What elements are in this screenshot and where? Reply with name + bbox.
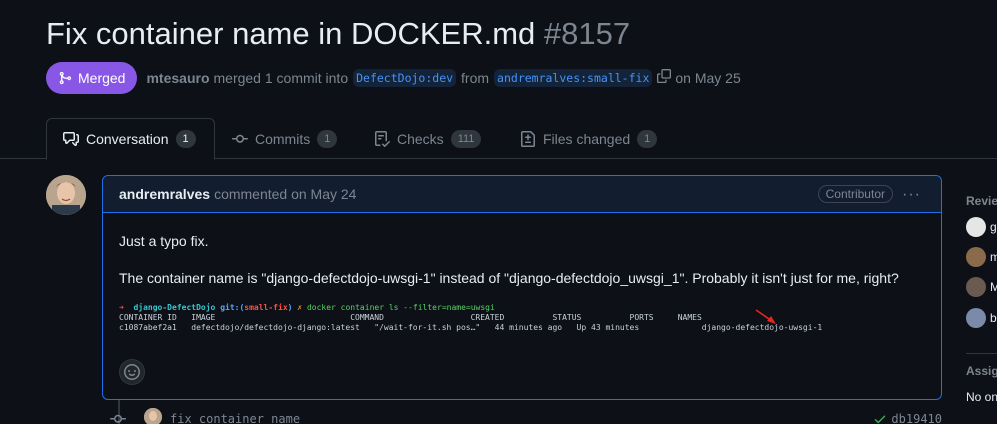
- terminal-prompt-git-close: ): [287, 303, 293, 312]
- add-reaction-button[interactable]: [119, 359, 145, 385]
- tab-commits-label: Commits: [255, 130, 311, 147]
- pr-title-text: Fix container name in DOCKER.md: [46, 16, 536, 51]
- commit-sha-link[interactable]: db19410: [891, 412, 942, 424]
- tab-checks-count: 111: [450, 129, 482, 148]
- reviewer-avatar: [966, 308, 986, 328]
- contributor-badge: Contributor: [817, 185, 893, 203]
- tab-commits-count: 1: [317, 129, 338, 148]
- assignees-heading[interactable]: Assignees: [966, 364, 997, 378]
- terminal-screenshot: ➜ django-DefectDojo git:(small-fix) ✗ do…: [119, 303, 929, 339]
- reviewer-item[interactable]: g: [966, 217, 997, 237]
- merged-status-badge: Merged: [46, 61, 138, 94]
- commit-message-link[interactable]: fix container name: [170, 412, 300, 424]
- terminal-header-row: CONTAINER ID IMAGE COMMAND CREATED STATU…: [119, 313, 702, 322]
- comment-box: andremralves commented on May 24 Contrib…: [102, 175, 942, 400]
- reviewer-avatar: [966, 277, 986, 297]
- reviewer-avatar: [966, 247, 986, 267]
- commit-row: fix container name db19410: [110, 406, 942, 424]
- terminal-data-row: c1087abef2a1 defectdojo/defectdojo-djang…: [119, 323, 823, 332]
- comment-discussion-icon: [63, 132, 79, 146]
- git-commit-icon: [110, 414, 126, 423]
- comment-meta[interactable]: commented on May 24: [214, 186, 356, 202]
- commit-sha: db19410: [873, 412, 942, 424]
- reviewer-item[interactable]: m: [966, 247, 997, 267]
- checklist-icon: [375, 130, 390, 147]
- pr-title: Fix container name in DOCKER.md #8157: [46, 16, 630, 52]
- kebab-horizontal-icon[interactable]: ···: [902, 186, 921, 204]
- sidebar-divider: [966, 353, 997, 354]
- terminal-prompt-arrow: ➜: [119, 303, 124, 312]
- reviewer-name: m: [990, 250, 997, 264]
- comment-line-1: Just a typo fix.: [119, 233, 209, 249]
- comment-line-2: The container name is "django-defectdojo…: [119, 270, 899, 286]
- tab-checks[interactable]: Checks 111: [358, 118, 497, 159]
- terminal-prompt-branch: small-fix: [244, 303, 288, 312]
- tab-commits[interactable]: Commits 1: [216, 118, 353, 159]
- smiley-icon: [124, 364, 140, 380]
- tab-conversation-count: 1: [175, 130, 196, 148]
- git-commit-icon: [232, 134, 248, 143]
- base-branch-link[interactable]: DefectDojo:dev: [353, 68, 457, 87]
- red-arrow-icon: [755, 309, 776, 324]
- reviewer-item[interactable]: b: [966, 308, 997, 328]
- check-icon[interactable]: [873, 412, 887, 424]
- terminal-prompt-dir: django-DefectDojo: [133, 303, 216, 312]
- from-text: from: [461, 69, 490, 86]
- reviewer-avatar: [966, 217, 986, 237]
- comment-header: andremralves commented on May 24 Contrib…: [103, 176, 941, 213]
- reviewer-name: M: [990, 280, 997, 294]
- terminal-prompt-dirty: ✗: [297, 303, 303, 312]
- tab-files-changed[interactable]: Files changed 1: [504, 118, 673, 159]
- commit-author-avatar[interactable]: [144, 408, 162, 424]
- comment-author-link[interactable]: andremralves: [119, 186, 210, 202]
- reviewer-name: b: [990, 311, 997, 325]
- tab-conversation[interactable]: Conversation 1: [46, 118, 215, 160]
- pr-number: #8157: [543, 16, 631, 51]
- reviewer-name: g: [990, 220, 997, 234]
- tab-files-changed-label: Files changed: [543, 130, 631, 147]
- terminal-prompt-git: git:(: [220, 303, 245, 312]
- git-merge-icon: [59, 71, 72, 84]
- avatar[interactable]: [46, 175, 86, 215]
- tab-checks-label: Checks: [397, 130, 444, 147]
- terminal-command: docker container ls --filter=name=uwsgi: [306, 303, 495, 312]
- merge-date: on May 25: [675, 69, 741, 86]
- tab-files-changed-count: 1: [637, 129, 658, 148]
- reviewers-heading[interactable]: Reviewers: [966, 194, 997, 208]
- reviewer-item[interactable]: M: [966, 277, 997, 297]
- merge-action-text: merged 1 commit into: [213, 69, 349, 86]
- merger-link[interactable]: mtesauro: [146, 70, 209, 86]
- file-diff-icon: [521, 130, 535, 147]
- merged-label: Merged: [78, 69, 126, 86]
- copy-icon[interactable]: [657, 69, 672, 86]
- pr-meta: Merged mtesauro merged 1 commit into Def…: [46, 61, 741, 94]
- assignees-value: No one: [966, 390, 997, 404]
- head-branch-link[interactable]: andremralves:small-fix: [494, 68, 653, 87]
- pr-tabs: Conversation 1 Commits 1 Checks 111 File…: [0, 118, 997, 160]
- tab-conversation-label: Conversation: [86, 131, 169, 147]
